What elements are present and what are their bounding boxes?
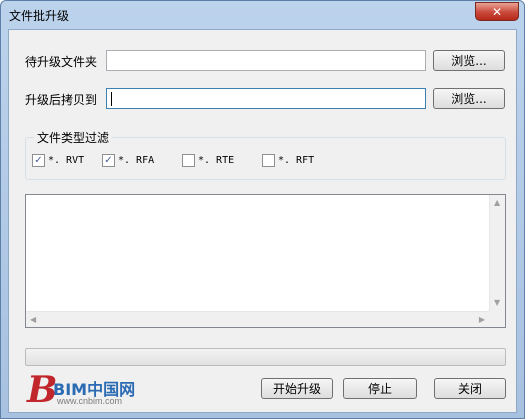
checkbox-rft-box[interactable]: [262, 154, 275, 167]
checkbox-rfa-box[interactable]: ✓: [102, 154, 115, 167]
scroll-right-icon[interactable]: ▶: [479, 316, 485, 324]
checkbox-rfa-label: *. RFA: [118, 155, 155, 166]
close-button[interactable]: 关闭: [434, 378, 506, 399]
dialog-body: 待升级文件夹 浏览... 升级后拷贝到 浏览... 文件类型过滤 ✓ *. RV…: [8, 29, 517, 413]
browse-destination-label: 浏览...: [451, 92, 487, 106]
upgrade-progress-bar: [25, 348, 506, 366]
stop-label: 停止: [367, 382, 392, 396]
vertical-scrollbar[interactable]: ▲ ▼: [489, 195, 505, 311]
title-bar[interactable]: 文件批升级 ✕: [1, 1, 524, 29]
source-folder-input[interactable]: [106, 50, 426, 71]
close-label: 关闭: [457, 382, 482, 396]
destination-folder-label: 升级后拷贝到: [25, 93, 98, 107]
checkbox-rft-label: *. RFT: [278, 155, 315, 166]
window-title: 文件批升级: [9, 9, 70, 23]
start-upgrade-button[interactable]: 开始升级: [261, 378, 333, 399]
horizontal-scrollbar[interactable]: ◀ ▶: [26, 311, 489, 327]
window-close-button[interactable]: ✕: [475, 2, 519, 21]
bim-logo: B BIM中国网 www.cnbim.com: [27, 370, 157, 410]
stop-button[interactable]: 停止: [343, 378, 417, 399]
checkbox-rte-box[interactable]: [182, 154, 195, 167]
checkbox-rfa[interactable]: ✓ *. RFA: [102, 154, 154, 167]
destination-folder-input[interactable]: [106, 88, 426, 109]
file-list-box[interactable]: ▲ ▼ ◀ ▶: [25, 194, 506, 328]
scroll-down-icon[interactable]: ▼: [494, 299, 500, 307]
scrollbar-corner: [489, 311, 505, 327]
checkbox-rte-label: *. RTE: [198, 155, 235, 166]
start-upgrade-label: 开始升级: [272, 382, 321, 396]
app-window: 文件批升级 ✕ 待升级文件夹 浏览... 升级后拷贝到 浏览... 文件类型过滤…: [0, 0, 525, 419]
checkbox-rvt[interactable]: ✓ *. RVT: [32, 154, 84, 167]
source-folder-label: 待升级文件夹: [25, 55, 98, 69]
scroll-up-icon[interactable]: ▲: [494, 199, 500, 207]
logo-url: www.cnbim.com: [57, 396, 123, 406]
checkbox-rvt-box[interactable]: ✓: [32, 154, 45, 167]
checkbox-rte[interactable]: *. RTE: [182, 154, 234, 167]
close-icon: ✕: [491, 4, 503, 19]
checkmark-icon: ✓: [104, 154, 113, 166]
file-type-filter-group: 文件类型过滤 ✓ *. RVT ✓ *. RFA *. RTE *. RFT: [25, 129, 506, 180]
browse-source-label: 浏览...: [451, 54, 487, 68]
checkbox-rft[interactable]: *. RFT: [262, 154, 314, 167]
text-caret: [111, 92, 112, 106]
browse-destination-button[interactable]: 浏览...: [433, 88, 505, 109]
checkbox-rvt-label: *. RVT: [48, 155, 85, 166]
file-type-filter-title: 文件类型过滤: [34, 129, 113, 146]
browse-source-button[interactable]: 浏览...: [433, 50, 505, 71]
scroll-left-icon[interactable]: ◀: [30, 316, 36, 324]
checkmark-icon: ✓: [34, 154, 43, 166]
